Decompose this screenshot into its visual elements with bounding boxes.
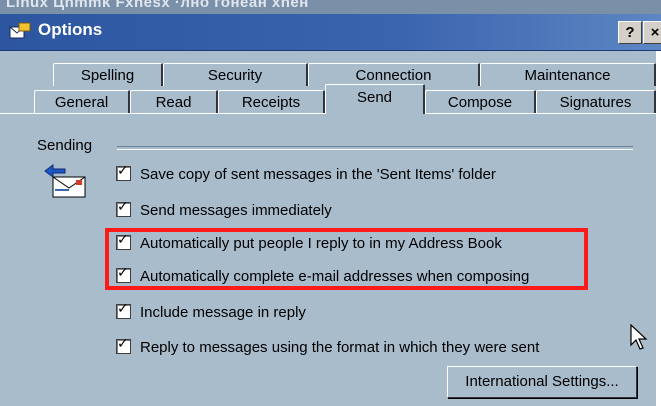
dialog-titlebar[interactable]: Options ? × — [0, 14, 661, 51]
help-button[interactable]: ? — [618, 21, 642, 44]
background-window-titlebar: Linux Цnmmk Fxhesx ·лно гонеан xneн — [0, 0, 661, 14]
tab-security[interactable]: Security — [163, 63, 308, 86]
tab-connection[interactable]: Connection — [308, 63, 480, 86]
tab-send[interactable]: Send — [325, 84, 425, 114]
send-mail-icon — [44, 164, 86, 198]
panel-edge — [656, 51, 661, 406]
tab-signatures[interactable]: Signatures — [536, 90, 656, 113]
options-window-icon — [9, 22, 31, 39]
checkbox-send-immediately[interactable]: ✓ — [116, 199, 131, 217]
section-divider — [117, 146, 633, 150]
checkbox-save-copy[interactable]: ✓ — [116, 163, 131, 181]
tab-read[interactable]: Read — [130, 90, 218, 113]
international-settings-button[interactable]: International Settings... — [447, 366, 637, 398]
mouse-pointer-icon — [630, 324, 648, 350]
option-label: Send messages immediately — [140, 202, 332, 219]
dialog-title: Options — [38, 20, 103, 39]
tab-compose[interactable]: Compose — [425, 90, 536, 113]
option-reply-format[interactable]: ✓ Reply to messages using the format in w… — [116, 336, 540, 356]
option-include-message[interactable]: ✓ Include message in reply — [116, 301, 306, 321]
option-label: Save copy of sent messages in the 'Sent … — [140, 166, 496, 183]
red-highlight-box — [105, 228, 588, 290]
background-window-title: Linux Цnmmk Fxhesx ·лно гонеан xneн — [6, 0, 309, 11]
checkbox-include-message[interactable]: ✓ — [116, 301, 131, 319]
option-label: Reply to messages using the format in wh… — [140, 339, 540, 356]
tab-general[interactable]: General — [34, 90, 130, 113]
section-label-sending: Sending — [37, 137, 93, 154]
option-send-immediately[interactable]: ✓ Send messages immediately — [116, 199, 332, 219]
option-label: Include message in reply — [140, 304, 306, 321]
checkbox-reply-format[interactable]: ✓ — [116, 336, 131, 354]
tab-receipts[interactable]: Receipts — [218, 90, 325, 113]
close-button[interactable]: × — [643, 21, 661, 44]
tab-maintenance[interactable]: Maintenance — [480, 63, 656, 86]
option-save-copy[interactable]: ✓ Save copy of sent messages in the 'Sent… — [116, 163, 496, 183]
tab-spelling[interactable]: Spelling — [53, 63, 163, 86]
